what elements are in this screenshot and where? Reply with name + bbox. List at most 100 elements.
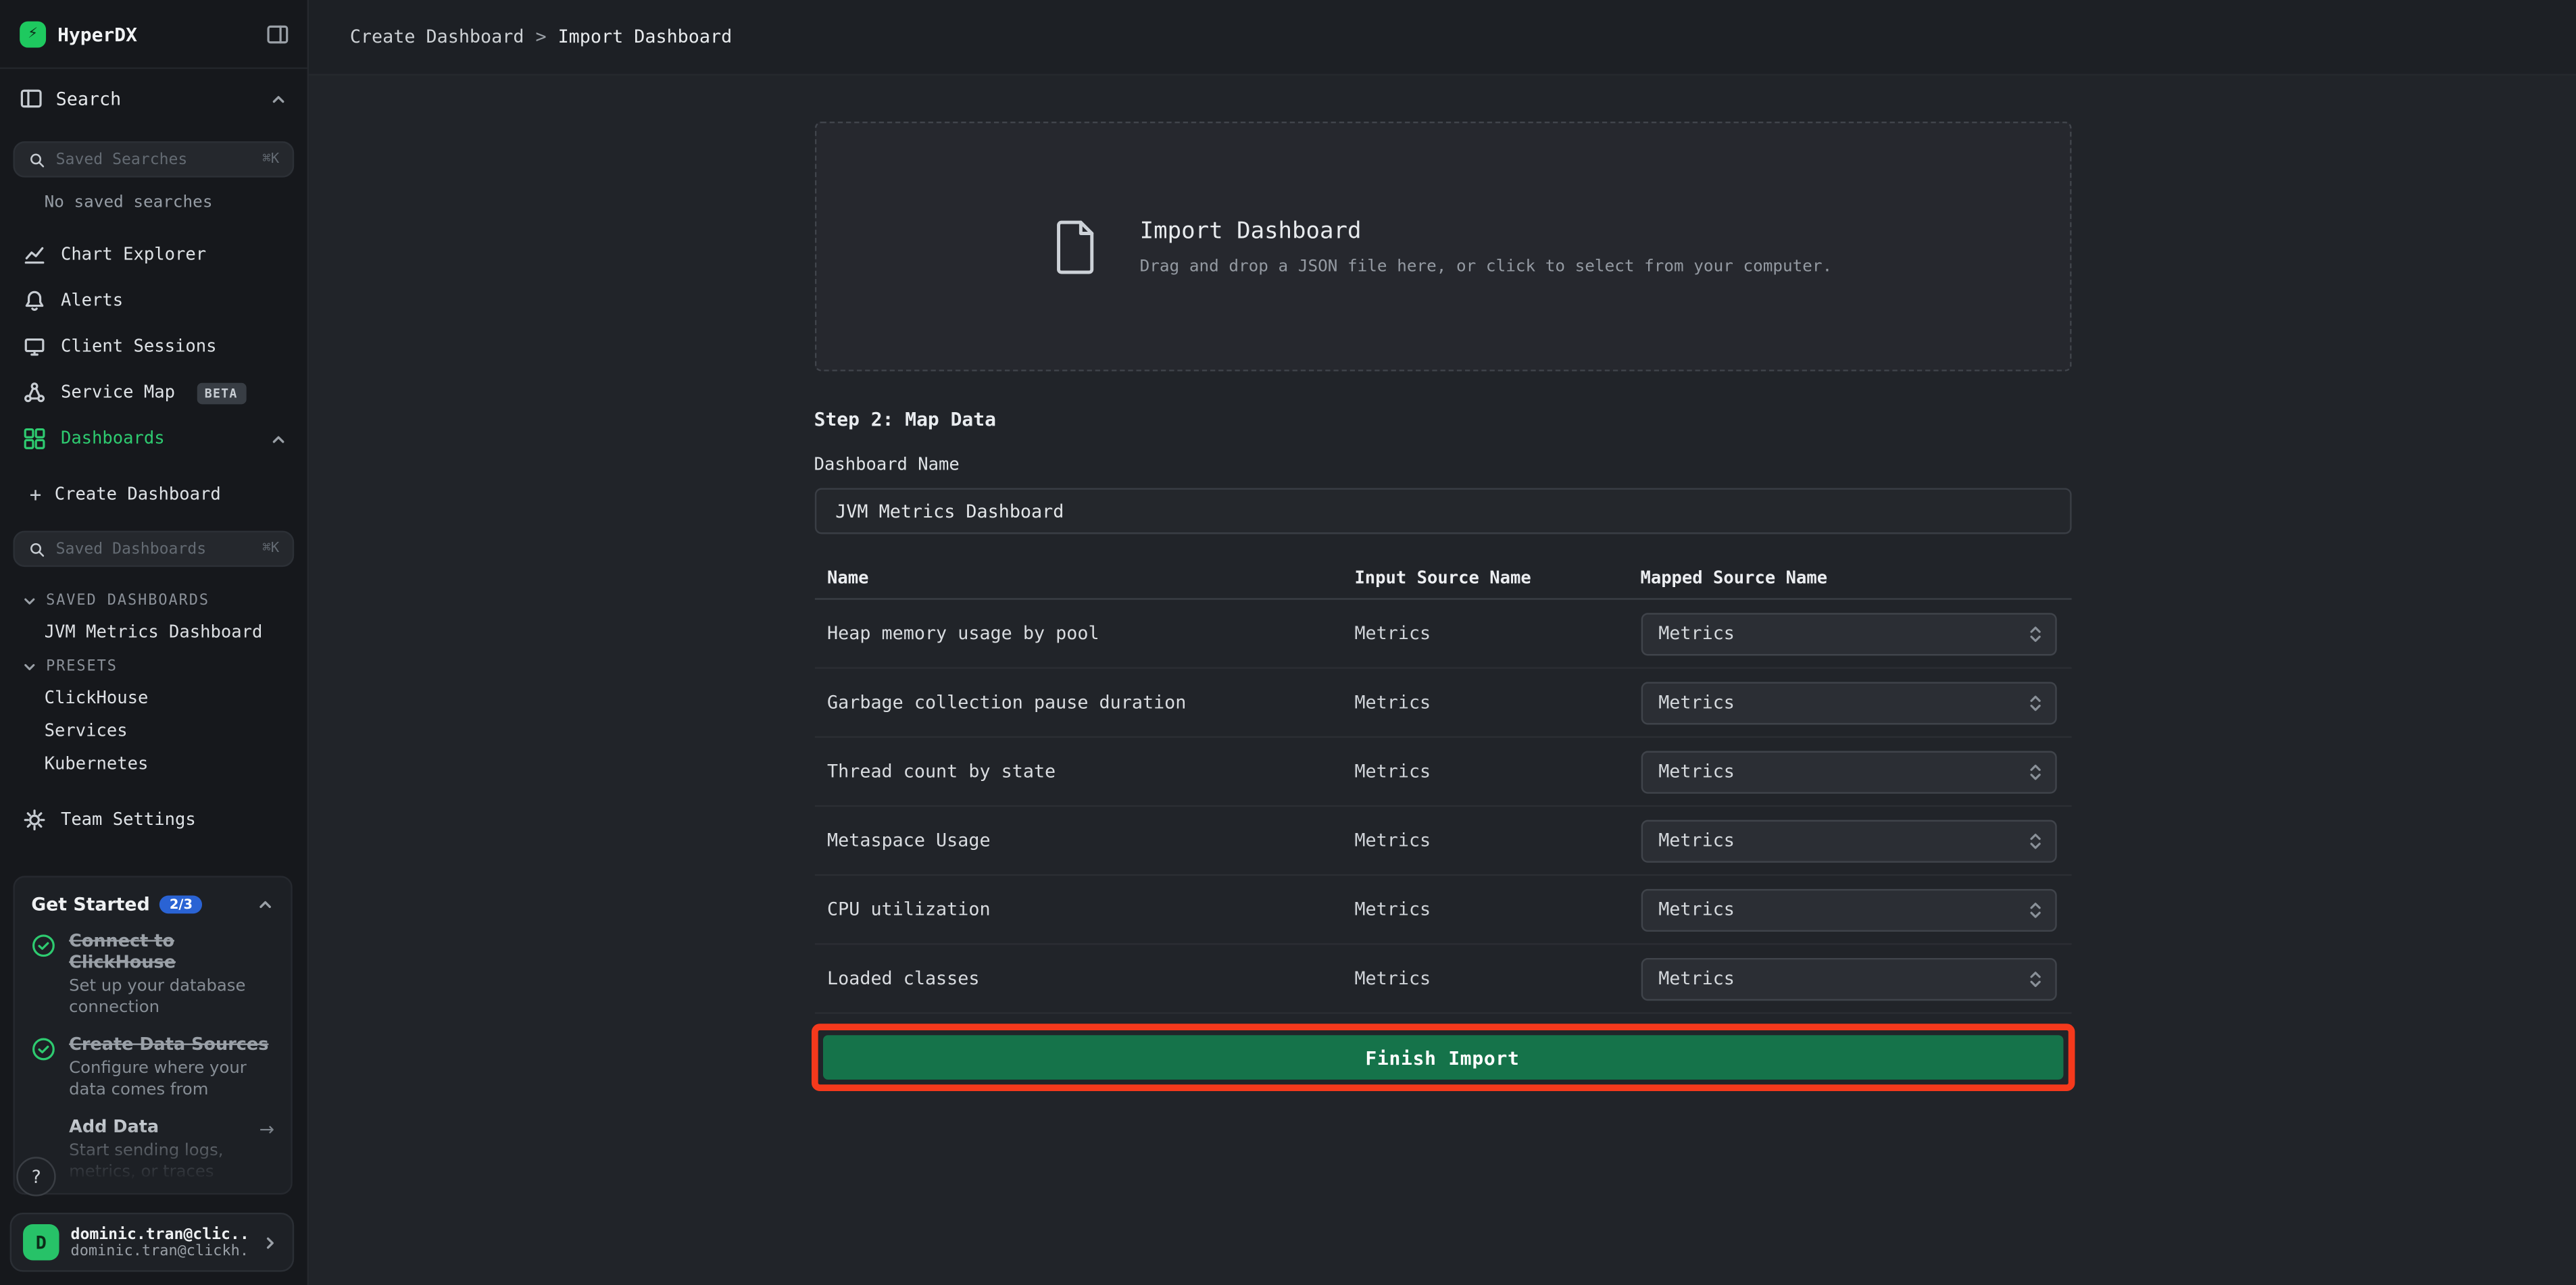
mapped-source-select[interactable]: Metrics [1640,681,2056,724]
get-started-step-add-data[interactable]: Add Data Start sending logs, metrics, or… [31,1117,274,1183]
chart-name: Loaded classes [827,968,1354,990]
create-dashboard-button[interactable]: + Create Dashboard [0,472,307,518]
table-row: Heap memory usage by pool Metrics Metric… [814,600,2071,669]
nav-label: Alerts [61,291,123,310]
column-header-name: Name [827,568,1354,587]
saved-dashboards-section[interactable]: SAVED DASHBOARDS [0,586,307,616]
input-source: Metrics [1354,692,1640,713]
sidebar-item-services[interactable]: Services [0,715,307,748]
saved-searches-input[interactable]: ⌘K [13,141,294,178]
get-started-card: Get Started 2/3 Connect to ClickHouse Se… [13,876,292,1194]
get-started-step-sources[interactable]: Create Data Sources Configure where your… [31,1035,274,1101]
magnifier-icon [28,540,46,558]
select-value: Metrics [1658,899,2028,920]
app-title: HyperDX [57,22,137,45]
sidebar-section-search[interactable]: Search [0,69,307,128]
mapped-source-select[interactable]: Metrics [1640,750,2056,792]
sidebar-nav: Chart Explorer Alerts Client Sessions Se… [0,232,307,462]
saved-dashboards-field[interactable] [56,540,253,558]
sidebar-item-chart-explorer[interactable]: Chart Explorer [0,232,307,278]
input-source: Metrics [1354,899,1640,920]
chevron-down-icon [22,659,38,675]
input-source: Metrics [1354,968,1640,990]
help-button[interactable]: ? [16,1157,55,1196]
sidebar-item-dashboards[interactable]: Dashboards [0,415,307,461]
nav-label: Chart Explorer [61,245,206,264]
sidebar-item-kubernetes[interactable]: Kubernetes [0,748,307,781]
search-section-icon [20,87,43,110]
chart-name: Metaspace Usage [827,830,1354,851]
chart-name: Heap memory usage by pool [827,623,1354,645]
get-started-header[interactable]: Get Started 2/3 [31,894,274,915]
import-dashboard-panel: Import Dashboard Drag and drop a JSON fi… [814,76,2071,1091]
column-header-input-source: Input Source Name [1354,568,1640,587]
dashboard-name-label: Dashboard Name [814,455,2071,475]
finish-import-button[interactable]: Finish Import [822,1035,2062,1080]
sidebar-item-alerts[interactable]: Alerts [0,278,307,324]
step-subtitle: Set up your database connection [69,976,274,1019]
search-section-label: Search [56,88,122,109]
user-name: dominic.tran@clic... [71,1225,250,1243]
dashboard-name-input[interactable] [814,488,2071,534]
select-chevrons-icon [2028,761,2041,781]
chart-name: Garbage collection pause duration [827,692,1354,713]
hyperdx-logo-icon: ⚡ [20,20,46,47]
sidebar-item-team-settings[interactable]: Team Settings [0,797,307,843]
input-source: Metrics [1354,623,1640,645]
select-value: Metrics [1658,830,2028,851]
get-started-step-connect[interactable]: Connect to ClickHouse Set up your databa… [31,932,274,1019]
monitor-icon [23,335,46,358]
shortcut-hint: ⌘K [262,151,279,168]
dropzone-title: Import Dashboard [1140,218,1833,244]
gear-icon [23,809,46,832]
saved-searches-field[interactable] [56,151,253,169]
file-dropzone[interactable]: Import Dashboard Drag and drop a JSON fi… [814,122,2071,372]
sidebar: ⚡ HyperDX Search ⌘K No saved searches [0,0,309,1285]
mapped-source-select[interactable]: Metrics [1640,888,2056,931]
breadcrumb-separator: > [535,26,546,48]
mapped-source-select[interactable]: Metrics [1640,957,2056,1000]
mapped-source-select[interactable]: Metrics [1640,819,2056,861]
user-avatar: D [23,1224,59,1261]
table-row: Loaded classes Metrics Metrics [814,945,2071,1014]
chevron-down-icon [22,593,38,609]
shortcut-hint: ⌘K [262,540,279,557]
collapse-sidebar-icon[interactable] [266,22,289,45]
input-source: Metrics [1354,830,1640,851]
chevron-up-icon [270,430,288,448]
step-title: Create Data Sources [69,1035,274,1057]
step-title: Connect to ClickHouse [69,932,274,974]
chart-icon [23,243,46,266]
chevron-up-icon [256,896,274,914]
presets-section[interactable]: PRESETS [0,653,307,682]
check-circle-icon [31,1035,55,1101]
beta-badge: BETA [197,382,246,403]
breadcrumb-import-dashboard: Import Dashboard [558,26,733,48]
sidebar-item-service-map[interactable]: Service Map BETA [0,370,307,415]
step-title: Add Data [69,1117,246,1139]
bell-icon [23,289,46,312]
sidebar-item-client-sessions[interactable]: Client Sessions [0,324,307,370]
sidebar-item-jvm-dashboard[interactable]: JVM Metrics Dashboard [0,616,307,649]
nav-label: Dashboards [61,429,165,449]
select-chevrons-icon [2028,692,2041,712]
annotation-highlight-box: Finish Import [811,1024,2075,1091]
dropzone-subtitle: Drag and drop a JSON file here, or click… [1140,257,1833,276]
select-value: Metrics [1658,623,2028,645]
select-value: Metrics [1658,761,2028,782]
saved-dashboards-input[interactable]: ⌘K [13,531,294,568]
nav-label: Team Settings [61,810,196,830]
grid-icon [23,427,46,450]
breadcrumb: Create Dashboard > Import Dashboard [309,0,2576,76]
sidebar-header: ⚡ HyperDX [0,0,307,69]
step-heading: Step 2: Map Data [814,407,2071,430]
user-menu[interactable]: D dominic.tran@clic... dominic.tran@clic… [10,1213,295,1272]
mapped-source-select[interactable]: Metrics [1640,612,2056,655]
user-email: dominic.tran@clickh... [71,1243,250,1259]
mapping-table: Name Input Source Name Mapped Source Nam… [814,557,2071,1014]
progress-badge: 2/3 [159,896,202,914]
breadcrumb-create-dashboard[interactable]: Create Dashboard [350,26,524,48]
sidebar-item-clickhouse[interactable]: ClickHouse [0,682,307,715]
input-source: Metrics [1354,761,1640,782]
get-started-title: Get Started [31,894,150,915]
